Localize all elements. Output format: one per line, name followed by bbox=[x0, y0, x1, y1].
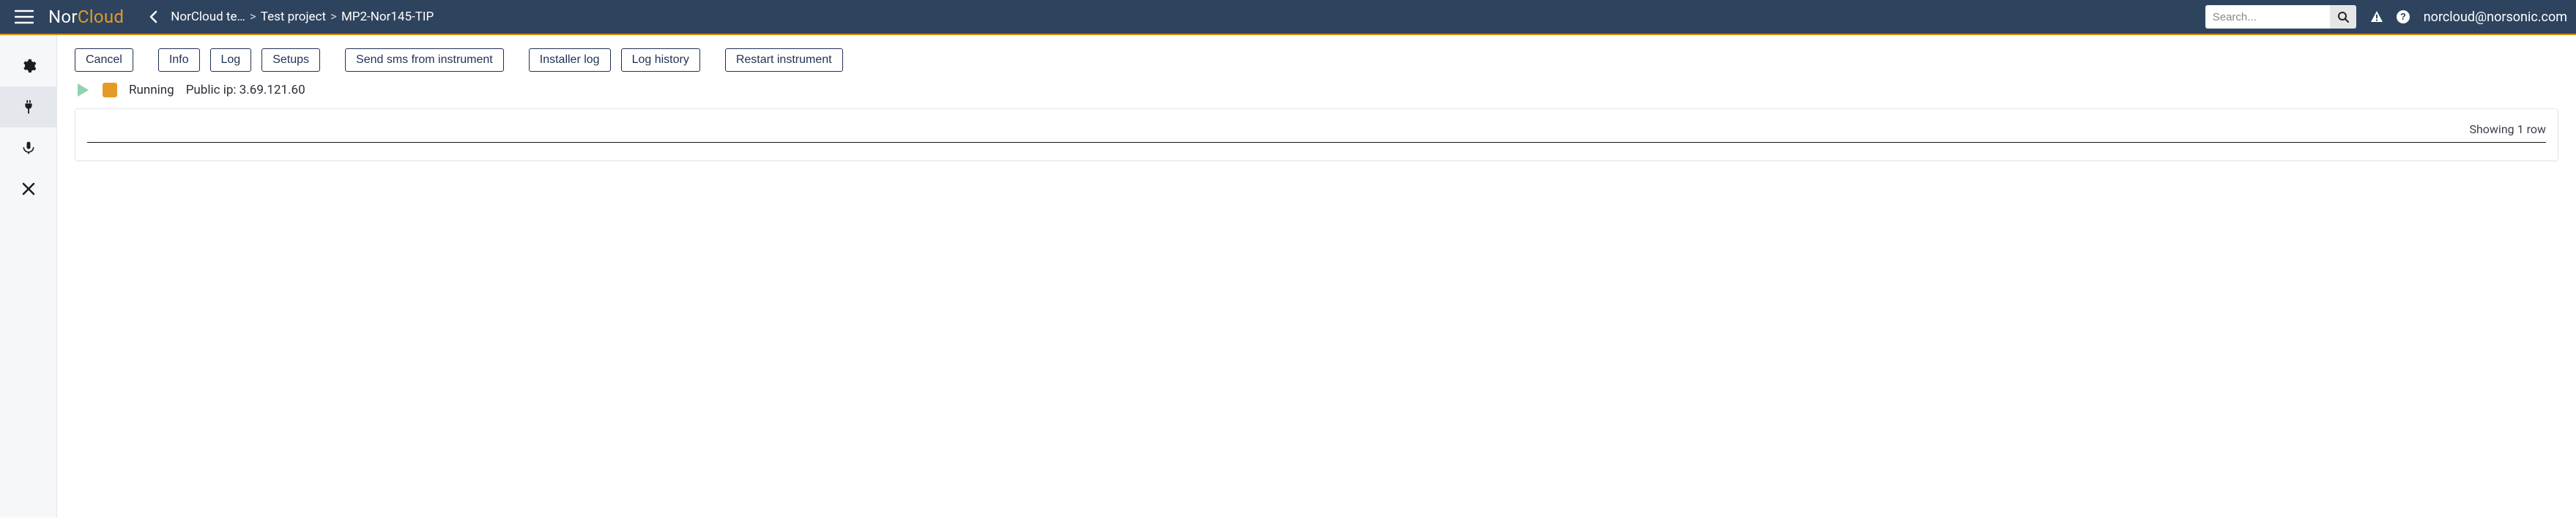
help-button[interactable]: ? bbox=[2390, 5, 2416, 29]
plug-icon bbox=[21, 99, 37, 115]
sidebar-item-audio[interactable] bbox=[0, 127, 56, 168]
help-icon: ? bbox=[2396, 10, 2410, 24]
breadcrumb-sep: > bbox=[250, 10, 256, 24]
rows-count: Showing 1 row bbox=[2469, 122, 2546, 136]
sidebar-item-settings[interactable] bbox=[0, 45, 56, 86]
results-card: Showing 1 row bbox=[75, 108, 2558, 161]
setups-button[interactable]: Setups bbox=[261, 48, 320, 72]
user-email[interactable]: norcloud@norsonic.com bbox=[2424, 10, 2567, 25]
public-ip: Public ip: 3.69.121.60 bbox=[186, 83, 305, 97]
installer-log-button[interactable]: Installer log bbox=[529, 48, 611, 72]
svg-text:?: ? bbox=[2400, 11, 2406, 22]
info-button[interactable]: Info bbox=[158, 48, 200, 72]
card-divider bbox=[87, 142, 2546, 143]
mic-icon bbox=[21, 140, 36, 156]
menu-button[interactable] bbox=[9, 3, 40, 31]
stop-icon[interactable] bbox=[103, 83, 117, 97]
search-icon bbox=[2337, 11, 2349, 23]
play-icon[interactable] bbox=[75, 82, 91, 98]
sidebar-item-instruments[interactable] bbox=[0, 86, 56, 127]
search-group bbox=[2205, 5, 2356, 29]
log-history-button[interactable]: Log history bbox=[621, 48, 700, 72]
gear-icon bbox=[21, 58, 37, 74]
close-icon bbox=[22, 182, 35, 195]
breadcrumb-sep: > bbox=[330, 10, 337, 24]
app-header: NorCloud NorCloud te… > Test project > M… bbox=[0, 0, 2576, 35]
menu-icon bbox=[15, 9, 34, 25]
breadcrumb-item-0[interactable]: NorCloud te… bbox=[171, 10, 245, 24]
warning-icon bbox=[2369, 10, 2384, 24]
send-sms-button[interactable]: Send sms from instrument bbox=[345, 48, 504, 72]
toolbar: Cancel Info Log Setups Send sms from ins… bbox=[75, 48, 2558, 72]
logo-part2: Cloud bbox=[78, 7, 124, 27]
back-button[interactable] bbox=[144, 6, 163, 28]
main-content: Cancel Info Log Setups Send sms from ins… bbox=[57, 35, 2576, 518]
sidebar bbox=[0, 35, 57, 518]
breadcrumb-item-1[interactable]: Test project bbox=[261, 10, 326, 24]
log-button[interactable]: Log bbox=[210, 48, 252, 72]
cancel-button[interactable]: Cancel bbox=[75, 48, 133, 72]
logo-part1: Nor bbox=[48, 7, 78, 27]
app-logo[interactable]: NorCloud bbox=[48, 7, 124, 27]
search-input[interactable] bbox=[2205, 5, 2330, 29]
sidebar-item-close[interactable] bbox=[0, 168, 56, 209]
restart-button[interactable]: Restart instrument bbox=[725, 48, 843, 72]
alert-button[interactable] bbox=[2364, 5, 2390, 29]
chevron-left-icon bbox=[149, 10, 159, 23]
search-button[interactable] bbox=[2330, 5, 2356, 29]
status-row: Running Public ip: 3.69.121.60 bbox=[75, 82, 2558, 98]
status-label: Running bbox=[129, 83, 174, 97]
breadcrumb-item-2[interactable]: MP2-Nor145-TIP bbox=[341, 10, 434, 24]
breadcrumb: NorCloud te… > Test project > MP2-Nor145… bbox=[171, 10, 434, 24]
